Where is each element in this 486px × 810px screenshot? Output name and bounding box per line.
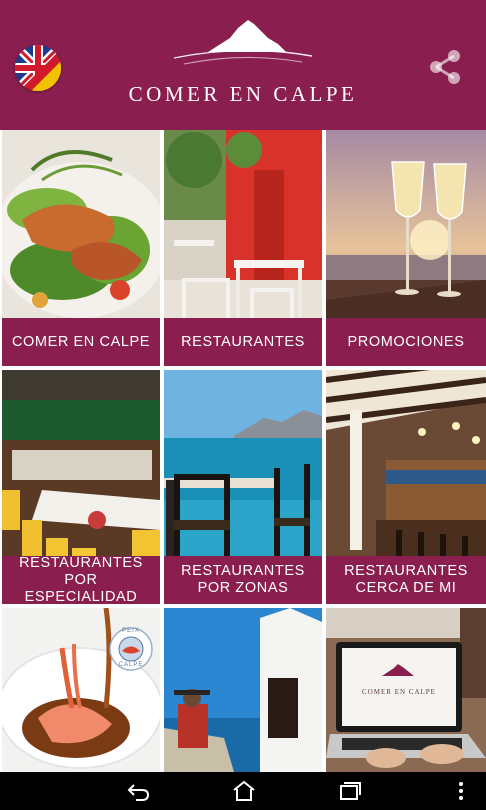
peix-calpe-badge: PEIX CALPE: [108, 626, 154, 672]
tile-label: RESTAURANTES POR ESPECIALIDAD: [2, 555, 160, 604]
badge-bottom-text: CALPE: [118, 662, 144, 668]
tile-label: COMER EN CALPE: [2, 318, 160, 366]
recents-icon[interactable]: [336, 779, 362, 803]
app-title: COMER EN CALPE: [128, 82, 358, 106]
tile-label: RESTAURANTES POR ZONAS: [164, 556, 322, 604]
tile-promociones[interactable]: PROMOCIONES: [326, 130, 486, 366]
share-icon[interactable]: [424, 46, 466, 88]
home-icon[interactable]: [231, 779, 257, 803]
laptop-screen-text: COMER EN CALPE: [362, 688, 436, 696]
menu-grid: COMER EN CALPE RESTAURANTES PROMOCIONES …: [0, 130, 486, 772]
tile-restaurantes[interactable]: RESTAURANTES: [164, 130, 322, 366]
back-icon[interactable]: [126, 779, 152, 803]
tile-restaurantes-por-especialidad[interactable]: RESTAURANTES POR ESPECIALIDAD: [2, 370, 160, 604]
badge-top-text: PEIX: [122, 628, 140, 634]
white-chapel-photo: [164, 608, 322, 772]
app-screen: COMER EN CALPE COMER EN CALPE RESTAURANT…: [0, 0, 486, 810]
tile-label: RESTAURANTES: [164, 318, 322, 366]
tile-langoustine-dish[interactable]: PEIX CALPE: [2, 608, 160, 772]
calpe-rock-logo: [168, 16, 318, 74]
tile-restaurantes-por-zonas[interactable]: RESTAURANTES POR ZONAS: [164, 370, 322, 604]
tile-comer-en-calpe[interactable]: COMER EN CALPE: [2, 130, 160, 366]
overflow-menu-icon[interactable]: [454, 779, 468, 803]
app-header: COMER EN CALPE: [0, 0, 486, 130]
tile-white-chapel[interactable]: [164, 608, 322, 772]
tile-restaurantes-cerca-de-mi[interactable]: RESTAURANTES CERCA DE MI: [326, 370, 486, 604]
tile-laptop[interactable]: COMER EN CALPE: [326, 608, 486, 772]
tile-label: RESTAURANTES CERCA DE MI: [326, 556, 486, 604]
android-nav-bar: [0, 772, 486, 810]
tile-label: PROMOCIONES: [326, 318, 486, 366]
